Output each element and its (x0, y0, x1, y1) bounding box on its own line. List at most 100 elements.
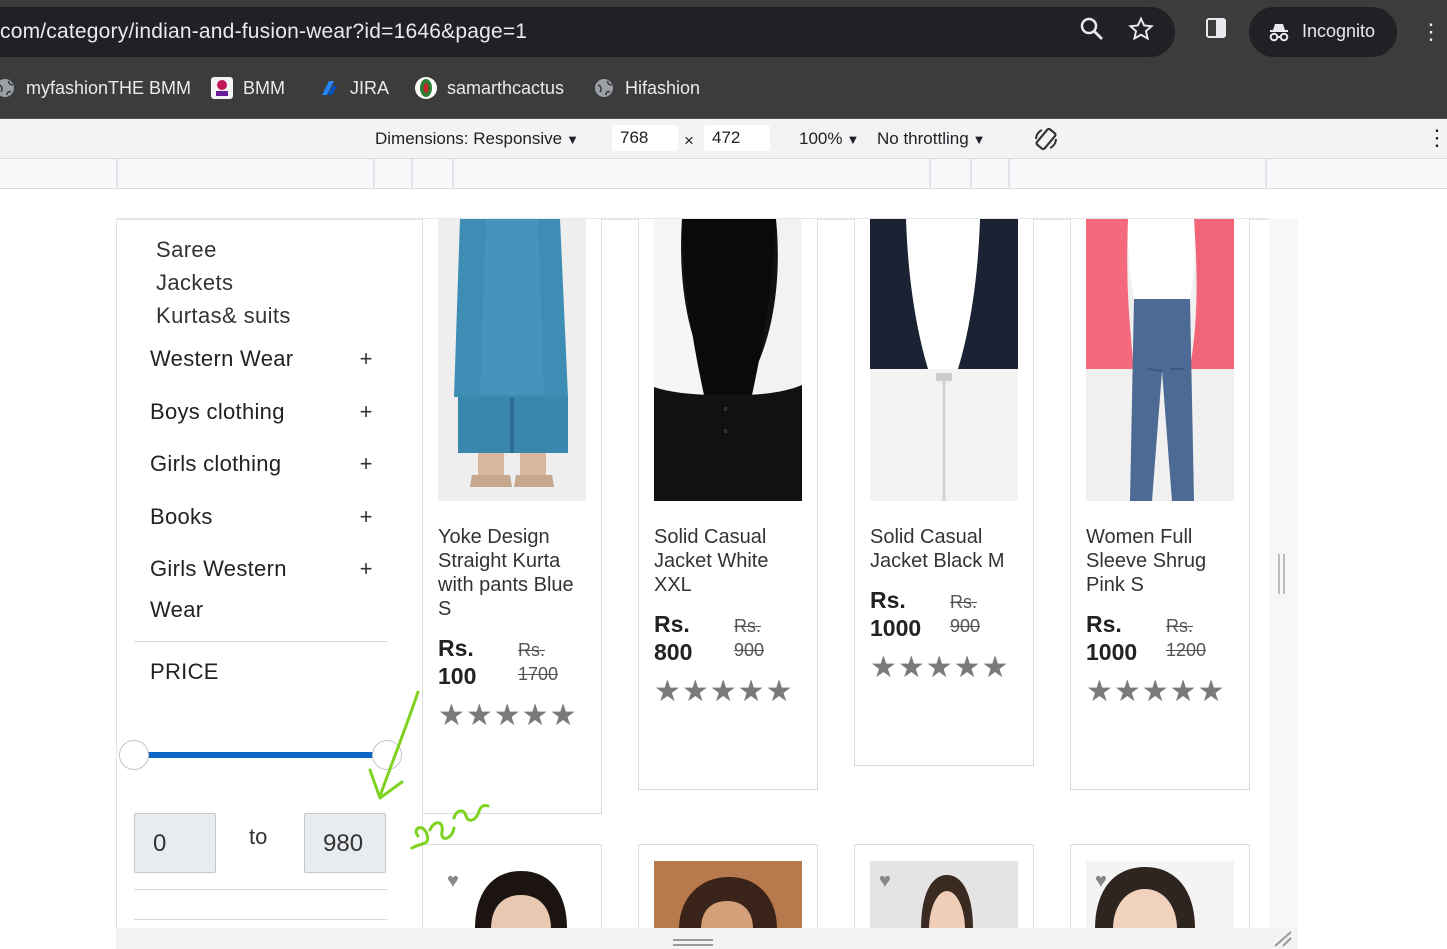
ruler-mark[interactable] (1008, 159, 1010, 189)
zoom-dropdown[interactable]: 100% ▼ (799, 129, 859, 149)
old-price-value: 1200 (1166, 640, 1207, 660)
caret-down-icon: ▼ (972, 132, 986, 147)
zoom-label: 100% (799, 129, 843, 148)
product-price: Rs. 800 (654, 610, 692, 666)
product-name[interactable]: Solid Casual Jacket Black M (870, 525, 1020, 573)
resize-handle-icon[interactable] (1278, 554, 1286, 594)
price-range-separator: to (249, 824, 268, 849)
product-price: Rs. 1000 (1086, 610, 1137, 666)
expand-plus-icon[interactable]: + (356, 451, 376, 477)
wishlist-heart-icon[interactable]: ♥ (1095, 871, 1117, 891)
subcategory-jackets[interactable]: Jackets (156, 270, 233, 296)
product-old-price: Rs. 900 (734, 614, 764, 662)
ruler-mark[interactable] (373, 159, 375, 189)
search-icon[interactable] (1078, 16, 1106, 46)
price-value: 800 (654, 639, 693, 665)
ruler-mark[interactable] (929, 159, 931, 189)
bookmark-star-icon[interactable] (1127, 16, 1155, 46)
ruler-mark[interactable] (970, 159, 972, 189)
viewport-bottom-strip[interactable] (116, 928, 1298, 949)
corner-resize-icon (1274, 931, 1292, 947)
rating-stars: ★★★★★ (870, 651, 1010, 684)
bookmark-label: samarthcactus (447, 78, 565, 98)
product-name[interactable]: Yoke Design Straight Kurta with pants Bl… (438, 525, 588, 621)
globe-icon (593, 77, 615, 99)
address-bar[interactable]: com/category/indian-and-fusion-wear?id=1… (0, 7, 1175, 57)
media-query-ruler (0, 159, 1447, 189)
globe-icon (0, 77, 16, 99)
sidebar-divider (134, 889, 387, 890)
incognito-label: Incognito (1302, 21, 1376, 41)
ruler-mark[interactable] (411, 159, 413, 189)
product-image[interactable] (654, 219, 802, 501)
ruler-mark[interactable] (452, 159, 454, 189)
bookmark-samarthcactus[interactable]: samarthcactus (415, 76, 564, 100)
handwritten-annotation-icon (368, 690, 490, 850)
width-input[interactable]: 768 (612, 125, 678, 151)
old-price-currency: Rs. (734, 616, 761, 636)
expand-plus-icon[interactable]: + (356, 346, 376, 372)
category-girls-western-wear-line2[interactable]: Wear (150, 597, 203, 623)
subcategory-saree[interactable]: Saree (156, 237, 217, 263)
product-old-price: Rs. 900 (950, 590, 980, 638)
caret-down-icon: ▼ (846, 132, 860, 147)
rating-stars: ★★★★★ (654, 675, 794, 708)
product-image[interactable] (639, 845, 818, 928)
product-card[interactable]: ♥ (854, 844, 1034, 928)
bookmark-bmm[interactable]: BMM (211, 76, 285, 100)
bottom-handle-icon (673, 939, 713, 946)
price-filter-title: PRICE (150, 659, 219, 684)
subcategory-kurtas-suits[interactable]: Kurtas& suits (156, 303, 291, 329)
bookmark-myfashion[interactable]: myfashionTHE BMM (0, 76, 191, 100)
price-slider-track[interactable] (134, 752, 387, 758)
url-text[interactable]: com/category/indian-and-fusion-wear?id=1… (0, 20, 527, 44)
caret-down-icon: ▼ (566, 132, 579, 147)
bookmarks-bar: myfashionTHE BMM BMM JIRA samarthcactus … (0, 64, 1447, 119)
bookmark-jira[interactable]: JIRA (318, 76, 389, 100)
height-input[interactable]: 472 (704, 125, 770, 151)
product-card[interactable]: Solid Casual Jacket White XXL Rs. 800 Rs.… (638, 219, 818, 790)
bmm-favicon-icon (211, 77, 233, 99)
wishlist-heart-icon[interactable]: ♥ (447, 871, 469, 891)
incognito-icon (1267, 21, 1289, 43)
ruler-mark[interactable] (116, 159, 118, 189)
price-currency: Rs. (870, 587, 906, 613)
ruler-mark[interactable] (1265, 159, 1267, 189)
wishlist-heart-icon[interactable]: ♥ (879, 871, 901, 891)
price-value: 1000 (870, 615, 922, 641)
product-card[interactable] (638, 844, 818, 928)
category-books[interactable]: Books (150, 504, 213, 530)
category-boys-clothing[interactable]: Boys clothing (150, 399, 285, 425)
devtools-more-icon[interactable]: ⋮ (1426, 125, 1447, 151)
product-card[interactable]: Women Full Sleeve Shrug Pink S Rs. 1000 R… (1070, 219, 1250, 790)
side-panel-icon[interactable] (1202, 16, 1230, 46)
expand-plus-icon[interactable]: + (356, 399, 376, 425)
product-image[interactable] (438, 219, 586, 501)
incognito-button[interactable]: Incognito (1249, 7, 1397, 57)
jira-icon (318, 77, 340, 99)
product-image[interactable] (1086, 219, 1234, 501)
dimensions-label: Dimensions: Responsive (375, 129, 563, 148)
product-name[interactable]: Women Full Sleeve Shrug Pink S (1086, 525, 1236, 597)
dimensions-dropdown[interactable]: Dimensions: Responsive ▼ (375, 129, 579, 149)
old-price-value: 900 (950, 616, 981, 636)
product-old-price: Rs. 1200 (1166, 614, 1206, 662)
expand-plus-icon[interactable]: + (356, 504, 376, 530)
product-name[interactable]: Solid Casual Jacket White XXL (654, 525, 804, 597)
throttling-label: No throttling (877, 129, 969, 148)
browser-menu-icon[interactable]: ⋮ (1420, 17, 1442, 47)
price-slider-min-handle[interactable] (119, 740, 149, 770)
throttling-dropdown[interactable]: No throttling ▼ (877, 129, 986, 149)
rotate-icon[interactable] (1032, 125, 1060, 158)
category-girls-clothing[interactable]: Girls clothing (150, 451, 281, 477)
bookmark-hifashion[interactable]: Hifashion (593, 76, 700, 100)
category-girls-western-wear[interactable]: Girls Western (150, 556, 287, 582)
expand-plus-icon[interactable]: + (356, 556, 376, 582)
product-card[interactable]: Solid Casual Jacket Black M Rs. 1000 Rs. 9… (854, 219, 1034, 766)
price-value: 1000 (1086, 639, 1138, 665)
price-min-input[interactable]: 0 (134, 813, 216, 873)
category-western-wear[interactable]: Western Wear (150, 346, 293, 372)
sidebar-divider (134, 641, 387, 642)
product-image[interactable] (870, 219, 1018, 501)
product-card[interactable]: ♥ (1070, 844, 1250, 928)
